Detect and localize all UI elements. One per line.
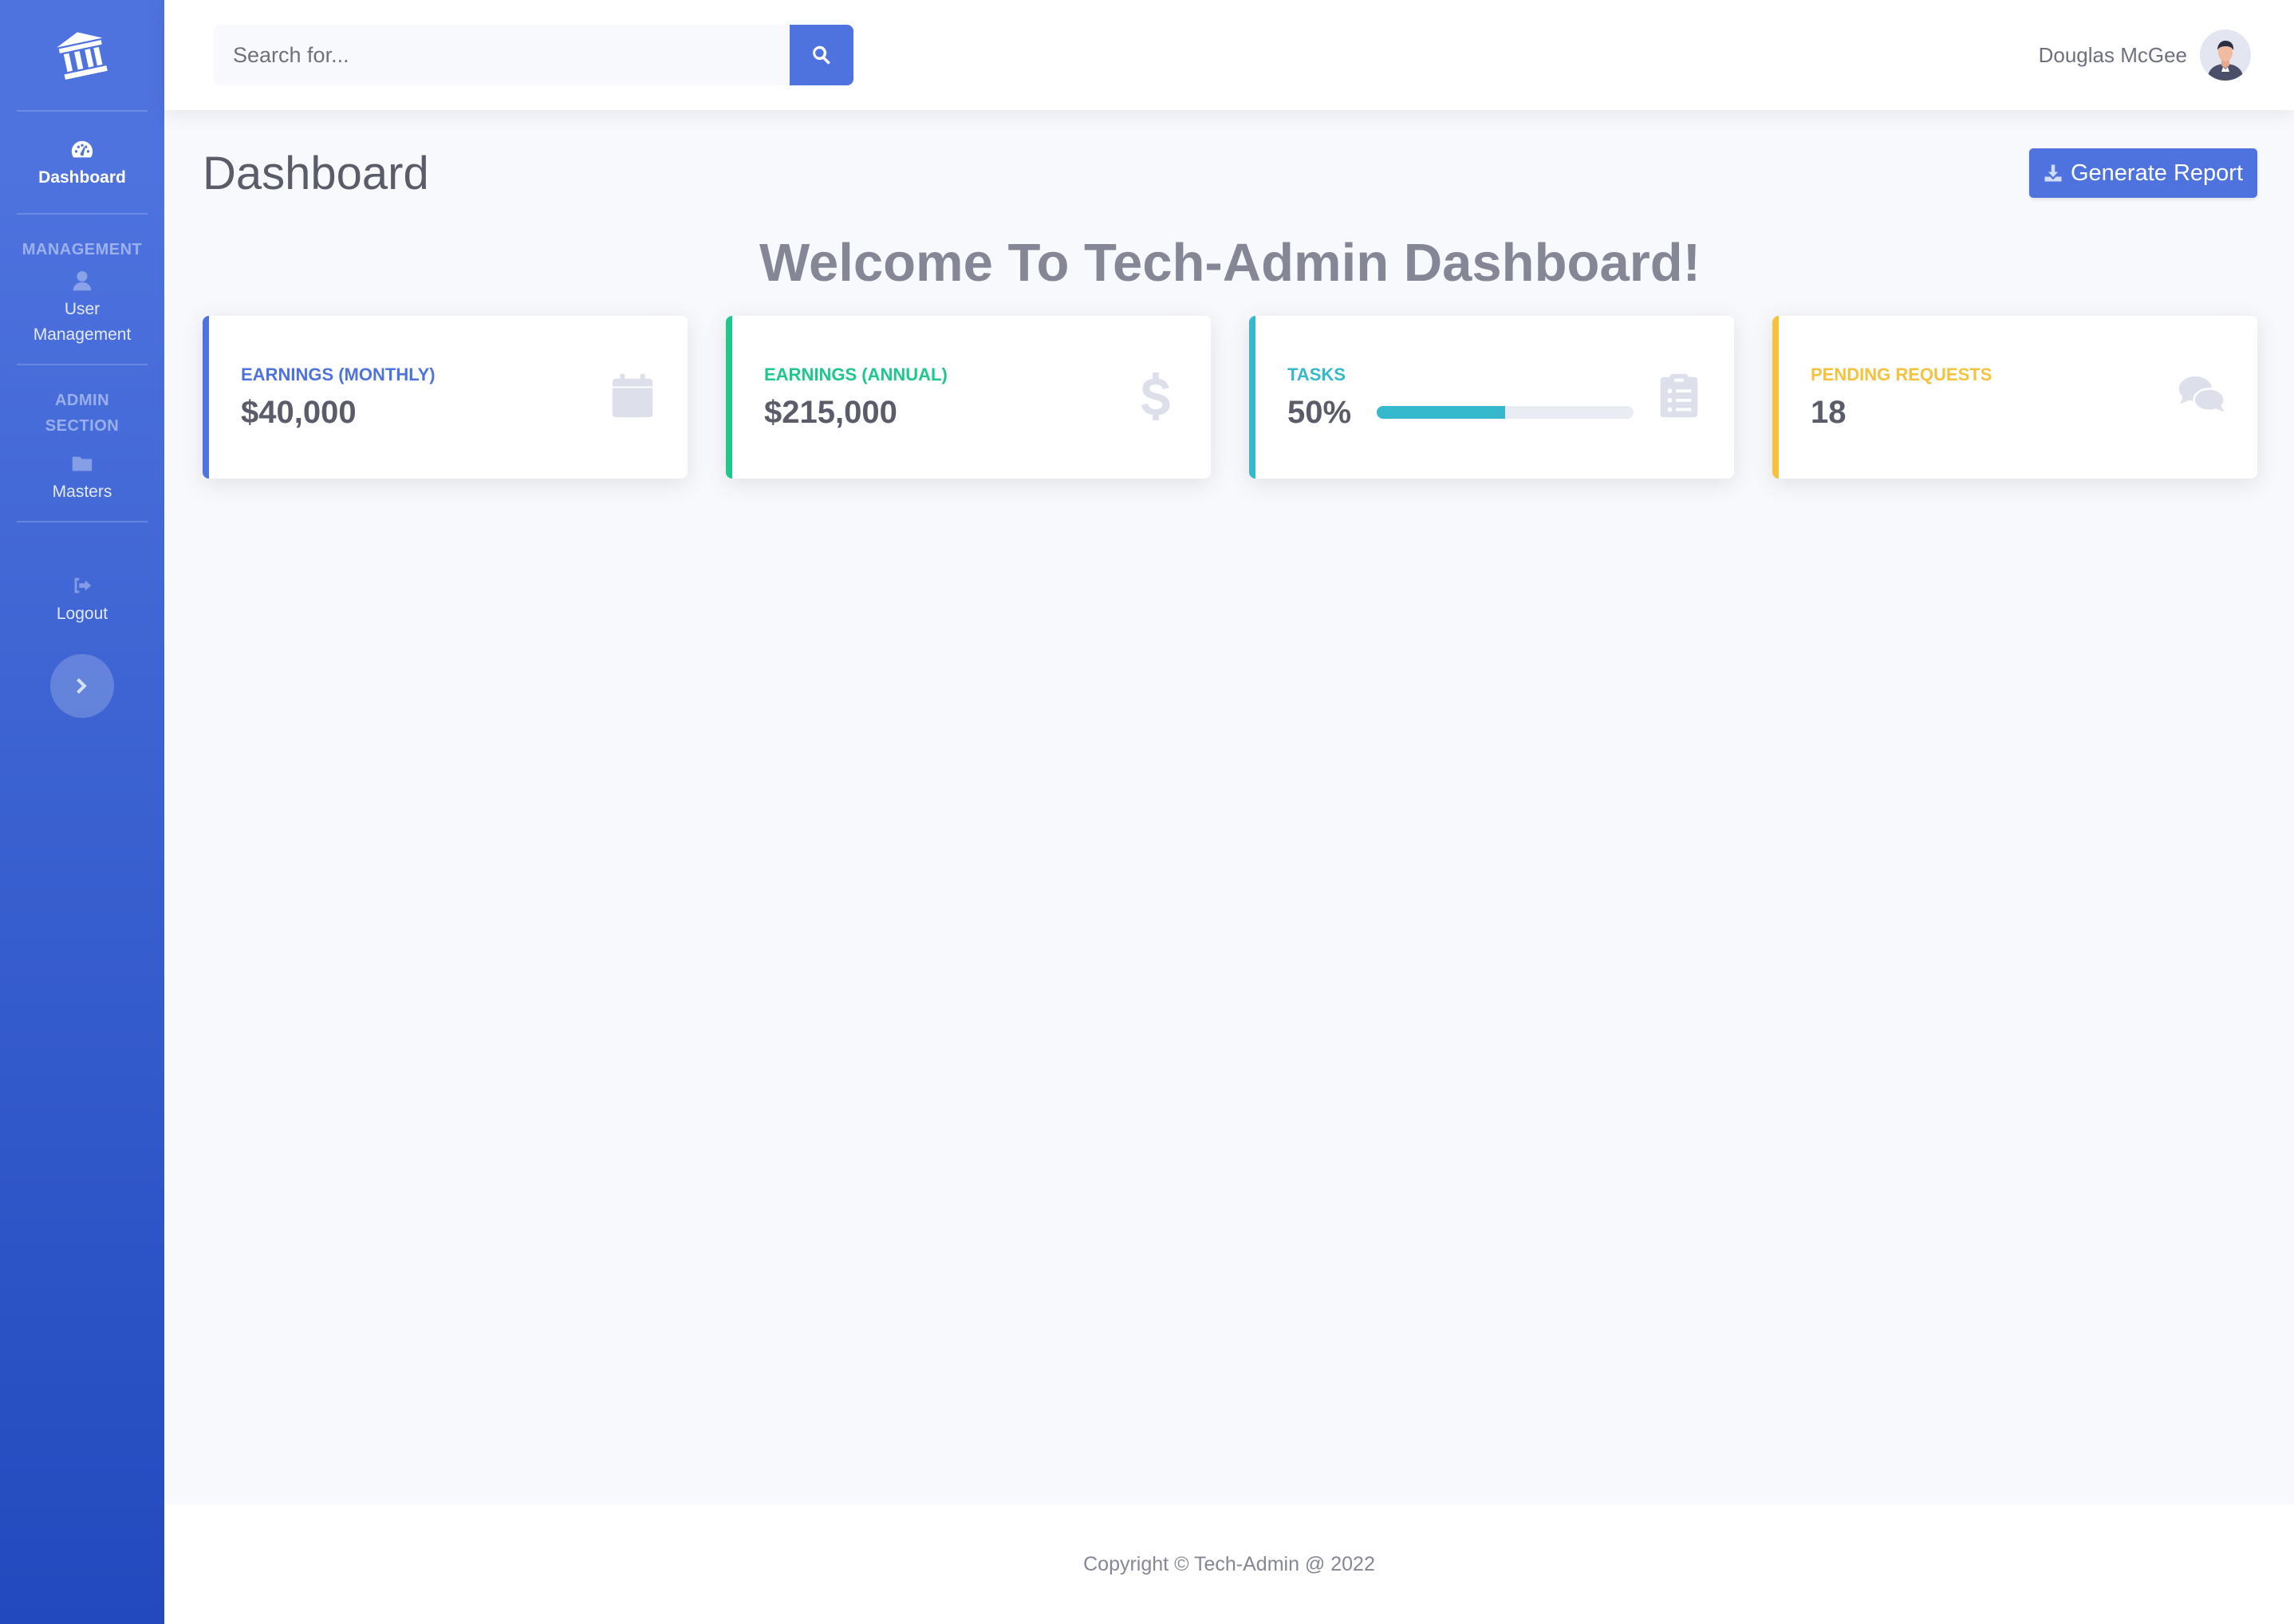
card-value: 18 [1811, 394, 1847, 430]
app: Dashboard MANAGEMENT User Management ADM… [0, 0, 2294, 1624]
generate-report-button[interactable]: Generate Report [2028, 148, 2257, 198]
generate-report-label: Generate Report [2070, 160, 2243, 186]
sidebar-item-label: Logout [56, 605, 108, 623]
sidebar-heading-management: MANAGEMENT [22, 241, 143, 258]
card-earnings-annual: EARNINGS (ANNUAL) $215,000 [726, 316, 1211, 479]
card-pending-requests: PENDING REQUESTS 18 [1772, 316, 2257, 479]
main-content: Dashboard Generate Report Welcome To Tec… [164, 110, 2294, 1504]
search-input[interactable] [214, 25, 790, 85]
welcome-heading: Welcome To Tech-Admin Dashboard! [759, 233, 1701, 293]
tasks-progress-bar [1377, 406, 1634, 419]
sidebar-item-logout[interactable]: Logout [0, 522, 164, 643]
search-icon [813, 45, 830, 65]
user-icon [70, 269, 94, 297]
chevron-right-icon [77, 678, 87, 694]
card-title: EARNINGS (MONTHLY) [241, 364, 436, 384]
card-body: TASKS 50% [1287, 365, 1634, 431]
calendar-icon [608, 371, 657, 424]
sidebar-divider [17, 364, 148, 365]
card-body: EARNINGS (ANNUAL) $215,000 [764, 365, 948, 431]
card-title: PENDING REQUESTS [1811, 364, 1992, 384]
tachometer-icon [70, 137, 94, 165]
sidebar-item-label: Masters [52, 483, 112, 501]
dollar-icon [1131, 371, 1181, 424]
user-name: Douglas McGee [2038, 42, 2187, 67]
avatar [2200, 30, 2251, 81]
task-row: 50% [1287, 395, 1634, 431]
card-tasks: TASKS 50% [1249, 316, 1734, 479]
search-group [214, 25, 853, 85]
sidebar-item-masters[interactable]: Masters [0, 439, 164, 521]
university-icon [57, 32, 108, 80]
topbar: Douglas McGee [164, 0, 2294, 110]
sidebar: Dashboard MANAGEMENT User Management ADM… [0, 0, 164, 1624]
page-heading-row: Dashboard Generate Report [203, 147, 2257, 199]
sidebar-item-label: User Management [33, 300, 132, 344]
copyright-text: Copyright © Tech-Admin @ 2022 [1083, 1552, 1375, 1575]
sidebar-divider [17, 213, 148, 215]
tasks-progress-fill [1377, 406, 1506, 419]
sidebar-item-user-management[interactable]: User Management [0, 262, 164, 364]
card-value: $40,000 [241, 394, 357, 430]
sidebar-heading-admin-section: ADMIN SECTION [45, 392, 120, 435]
stat-cards: EARNINGS (MONTHLY) $40,000 EARNINGS (ANN… [203, 316, 2257, 479]
card-value: 50% [1287, 394, 1352, 430]
footer: Copyright © Tech-Admin @ 2022 [164, 1504, 2294, 1624]
card-body: PENDING REQUESTS 18 [1811, 365, 1992, 431]
main-area: Douglas McGee Dashboard [164, 0, 2294, 1624]
page-title: Dashboard [203, 147, 429, 199]
clipboard-list-icon [1654, 371, 1704, 424]
sidebar-item-label: Dashboard [38, 168, 126, 187]
card-title: TASKS [1287, 364, 1346, 384]
card-earnings-monthly: EARNINGS (MONTHLY) $40,000 [203, 316, 688, 479]
card-title: EARNINGS (ANNUAL) [764, 364, 948, 384]
card-value: $215,000 [764, 394, 897, 430]
folder-icon [70, 451, 94, 479]
card-body: EARNINGS (MONTHLY) $40,000 [241, 365, 436, 431]
sign-out-icon [70, 574, 94, 601]
sidebar-toggle-button[interactable] [50, 654, 114, 718]
search-button[interactable] [790, 25, 853, 85]
sidebar-brand[interactable] [0, 0, 164, 110]
comments-icon [2178, 371, 2227, 424]
user-menu[interactable]: Douglas McGee [2039, 30, 2251, 81]
sidebar-item-dashboard[interactable]: Dashboard [0, 112, 164, 213]
download-icon [2044, 164, 2062, 182]
